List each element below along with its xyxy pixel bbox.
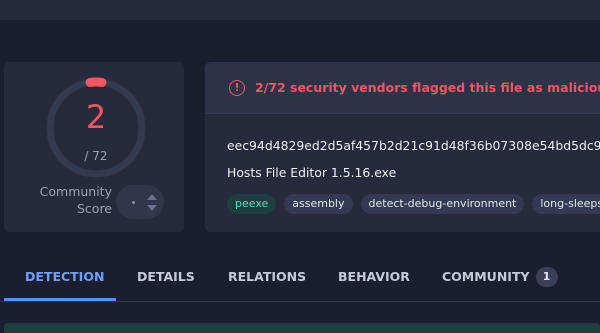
tag-peexe[interactable]: peexe <box>227 194 277 214</box>
report-tabs: DETECTION DETAILS RELATIONS BEHAVIOR COM… <box>0 262 600 302</box>
top-search-strip <box>0 0 600 20</box>
alert-text: 2/72 security vendors flagged this file … <box>255 80 600 95</box>
tab-details[interactable]: DETAILS <box>137 262 195 302</box>
results-banner-edge <box>4 323 600 333</box>
detection-count: 2 <box>85 98 107 136</box>
downvote-icon[interactable] <box>147 205 157 211</box>
community-score-value-icon <box>132 201 135 204</box>
upvote-icon[interactable] <box>147 194 157 200</box>
active-tab-indicator <box>4 298 116 301</box>
file-hash[interactable]: eec94d4829ed2d5af457b2d21c91d48f36b07308… <box>227 138 600 153</box>
detection-gauge: 2 / 72 <box>44 76 148 180</box>
community-score-label: Community Score <box>39 184 112 216</box>
tab-behavior[interactable]: BEHAVIOR <box>338 262 410 302</box>
file-name: Hosts File Editor 1.5.16.exe <box>227 165 397 180</box>
tab-detection[interactable]: DETECTION <box>25 262 104 302</box>
tag-long-sleeps[interactable]: long-sleeps <box>532 194 600 214</box>
tab-community[interactable]: COMMUNITY 1 <box>442 262 558 302</box>
detection-score-card: 2 / 72 Community Score <box>4 62 184 232</box>
tag-assembly[interactable]: assembly <box>284 194 353 214</box>
community-count-badge: 1 <box>535 267 558 287</box>
tag-detect-debug-environment[interactable]: detect-debug-environment <box>360 194 525 214</box>
file-tags: peexe assembly detect-debug-environment … <box>227 194 600 214</box>
community-score-vote[interactable] <box>116 185 164 219</box>
file-info-card: ! 2/72 security vendors flagged this fil… <box>205 62 600 232</box>
alert-circle-icon: ! <box>229 80 245 96</box>
malicious-alert-banner: ! 2/72 security vendors flagged this fil… <box>205 62 600 114</box>
tab-relations[interactable]: RELATIONS <box>228 262 306 302</box>
detection-total: / 72 <box>84 149 108 163</box>
